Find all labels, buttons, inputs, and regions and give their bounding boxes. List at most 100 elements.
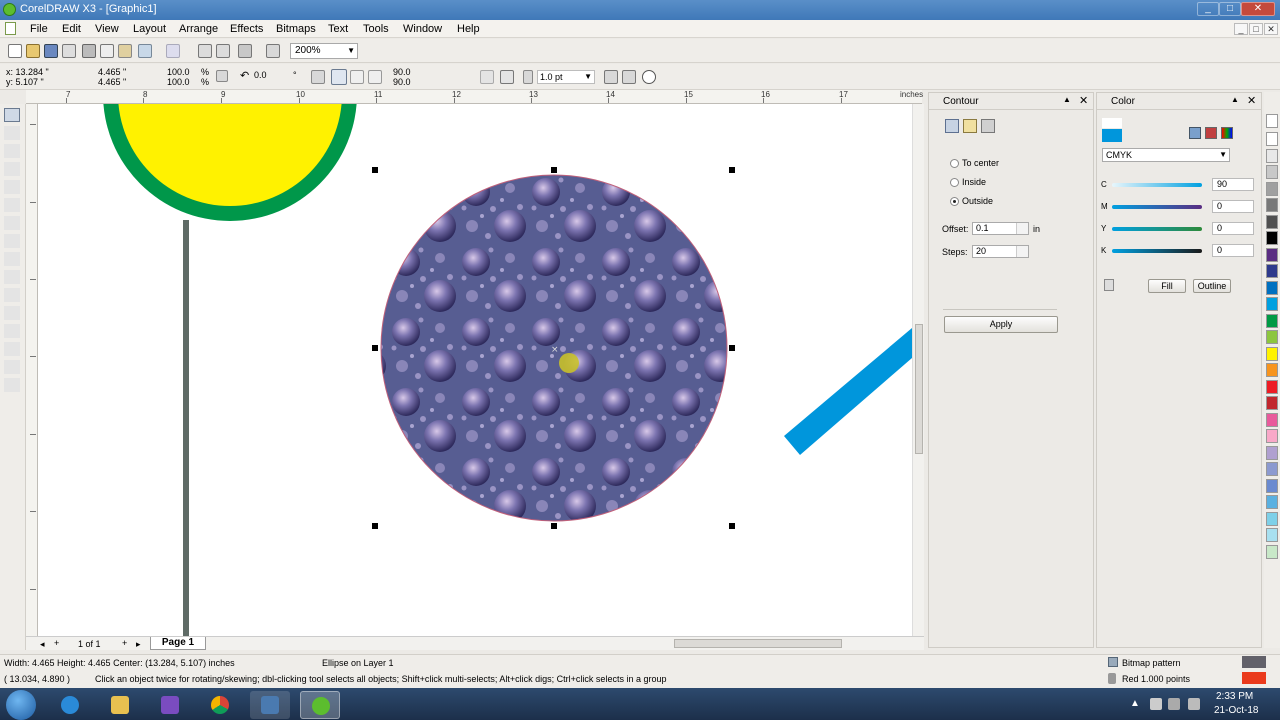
selection-handle[interactable] bbox=[551, 167, 557, 173]
welcome-screen-icon[interactable] bbox=[266, 44, 280, 58]
palette-swatch[interactable] bbox=[1266, 330, 1278, 344]
inside-radio[interactable] bbox=[950, 178, 959, 187]
outline-tool-icon[interactable] bbox=[4, 342, 20, 356]
taskbar-internet-explorer[interactable] bbox=[50, 691, 90, 719]
doc-minimize-button[interactable]: _ bbox=[1234, 23, 1248, 35]
y-position-field[interactable]: y: 5.107 " bbox=[4, 78, 76, 87]
object-width-field[interactable]: 4.465 " bbox=[96, 68, 156, 77]
palette-swatch[interactable] bbox=[1266, 396, 1278, 410]
freehand-tool-icon[interactable] bbox=[4, 180, 20, 194]
doc-close-button[interactable]: ✕ bbox=[1264, 23, 1278, 35]
pick-tool-icon[interactable] bbox=[4, 108, 20, 122]
palette-swatch[interactable] bbox=[1266, 165, 1278, 179]
yellow-slider[interactable] bbox=[1112, 227, 1202, 231]
to-front-icon[interactable] bbox=[604, 70, 618, 84]
close-window-button[interactable]: ✕ bbox=[1241, 2, 1275, 16]
menu-tools[interactable]: Tools bbox=[363, 23, 389, 35]
contour-steps-icon[interactable] bbox=[945, 119, 959, 133]
doc-restore-button[interactable]: □ bbox=[1249, 23, 1263, 35]
paste-icon[interactable] bbox=[118, 44, 132, 58]
menu-effects[interactable]: Effects bbox=[230, 23, 263, 35]
vertical-ruler[interactable] bbox=[26, 104, 38, 636]
rotation-angle-field[interactable]: 0.0 bbox=[252, 71, 290, 83]
last-page-icon[interactable]: ▸ bbox=[136, 639, 141, 650]
shape-tool-icon[interactable] bbox=[4, 126, 20, 140]
taskbar-file-explorer[interactable] bbox=[100, 691, 140, 719]
arc-mode-icon[interactable] bbox=[368, 70, 382, 84]
rectangle-tool-icon[interactable] bbox=[4, 216, 20, 230]
selection-handle[interactable] bbox=[372, 523, 378, 529]
selection-handle[interactable] bbox=[729, 345, 735, 351]
object-height-field[interactable]: 4.465 " bbox=[96, 78, 156, 87]
taskbar-chrome[interactable] bbox=[200, 691, 240, 719]
import-icon[interactable] bbox=[198, 44, 212, 58]
end-angle-field[interactable]: 90.0 bbox=[391, 78, 431, 87]
palette-swatch[interactable] bbox=[1266, 544, 1278, 559]
menu-file[interactable]: File bbox=[30, 23, 48, 35]
outline-pen-icon[interactable] bbox=[523, 70, 533, 84]
new-icon[interactable] bbox=[8, 44, 22, 58]
black-slider[interactable] bbox=[1112, 249, 1202, 253]
fill-swatch[interactable] bbox=[1242, 656, 1266, 668]
menu-view[interactable]: View bbox=[95, 23, 119, 35]
outline-width-select[interactable]: 1.0 pt ▼ bbox=[537, 70, 595, 84]
blue-line-shape[interactable] bbox=[784, 328, 912, 455]
mirror-icon[interactable] bbox=[311, 70, 325, 84]
menu-help[interactable]: Help bbox=[457, 23, 480, 35]
fill-button[interactable]: Fill bbox=[1148, 279, 1186, 293]
yellow-value-field[interactable]: 0 bbox=[1212, 222, 1254, 235]
vertical-scrollbar[interactable] bbox=[912, 104, 924, 636]
palette-swatch[interactable] bbox=[1266, 363, 1278, 377]
taskbar-visual-studio[interactable] bbox=[150, 691, 190, 719]
cyan-value-field[interactable]: 90 bbox=[1212, 178, 1254, 191]
minimize-button[interactable]: _ bbox=[1197, 2, 1219, 16]
palette-swatch[interactable] bbox=[1266, 412, 1278, 427]
palette-swatch[interactable] bbox=[1266, 445, 1278, 460]
palette-swatch[interactable] bbox=[1266, 462, 1278, 476]
start-button[interactable] bbox=[6, 690, 36, 720]
save-icon[interactable] bbox=[44, 44, 58, 58]
palette-swatch[interactable] bbox=[1266, 264, 1278, 278]
scale-width-field[interactable]: 100.0 bbox=[165, 68, 197, 77]
outside-radio[interactable] bbox=[950, 197, 959, 206]
fill-tool-icon[interactable] bbox=[4, 360, 20, 374]
contour-acceleration-icon[interactable] bbox=[981, 119, 995, 133]
menu-arrange[interactable]: Arrange bbox=[179, 23, 218, 35]
start-angle-field[interactable]: 90.0 bbox=[391, 68, 431, 77]
collapse-icon[interactable]: ▲ bbox=[1063, 95, 1071, 104]
palette-swatch[interactable] bbox=[1266, 231, 1278, 245]
palette-swatch[interactable] bbox=[1266, 280, 1278, 295]
spinner-icon[interactable] bbox=[1016, 223, 1028, 234]
palette-swatch[interactable] bbox=[1266, 198, 1278, 212]
pie-mode-icon[interactable] bbox=[350, 70, 364, 84]
steps-field[interactable]: 20 bbox=[972, 245, 1029, 258]
palette-swatch[interactable] bbox=[1266, 495, 1278, 509]
close-docker-icon[interactable]: ✕ bbox=[1079, 94, 1088, 107]
wrap-text-icon[interactable] bbox=[500, 70, 514, 84]
cut-icon[interactable] bbox=[82, 44, 96, 58]
copy-icon[interactable] bbox=[100, 44, 114, 58]
redo-icon[interactable] bbox=[166, 44, 180, 58]
menu-bitmaps[interactable]: Bitmaps bbox=[276, 23, 316, 35]
palette-swatch[interactable] bbox=[1266, 313, 1278, 328]
tray-expand-icon[interactable]: ▲ bbox=[1130, 698, 1140, 709]
palette-swatch[interactable] bbox=[1266, 346, 1278, 361]
palette-swatch[interactable] bbox=[1266, 379, 1278, 394]
palette-swatch[interactable] bbox=[1266, 132, 1278, 146]
zoom-level-select[interactable]: 200% ▼ bbox=[290, 43, 358, 59]
application-launcher-icon[interactable] bbox=[238, 44, 252, 58]
interactive-blend-tool-icon[interactable] bbox=[4, 306, 20, 320]
menu-window[interactable]: Window bbox=[403, 23, 442, 35]
taskbar-coreldraw[interactable] bbox=[300, 691, 340, 719]
selection-handle[interactable] bbox=[729, 523, 735, 529]
export-icon[interactable] bbox=[216, 44, 230, 58]
collapse-icon[interactable]: ▲ bbox=[1231, 95, 1239, 104]
maximize-button[interactable]: □ bbox=[1219, 2, 1241, 16]
print-icon[interactable] bbox=[62, 44, 76, 58]
magenta-value-field[interactable]: 0 bbox=[1212, 200, 1254, 213]
text-tool-icon[interactable] bbox=[4, 288, 20, 302]
apply-button[interactable]: Apply bbox=[944, 316, 1058, 333]
color-viewer-icon[interactable] bbox=[1205, 127, 1217, 139]
smart-fill-tool-icon[interactable] bbox=[4, 198, 20, 212]
properties-icon[interactable] bbox=[642, 70, 656, 84]
